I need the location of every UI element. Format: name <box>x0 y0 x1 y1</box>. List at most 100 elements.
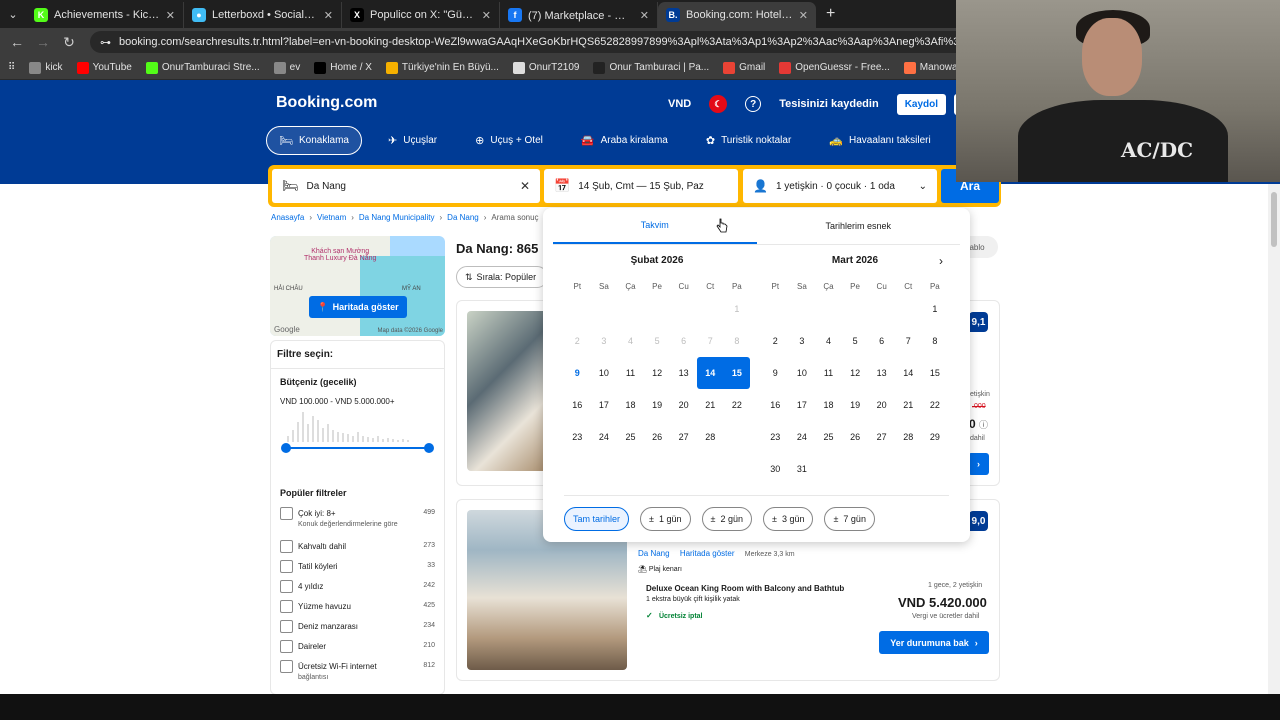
nav-tab[interactable]: ✿ Turistik noktalar <box>694 126 803 155</box>
language-flag-icon[interactable]: ☾ <box>709 95 728 113</box>
browser-tab[interactable]: X Populicc on X: "Gündüz kuşağı ✕ <box>342 2 500 28</box>
browser-tab[interactable]: K Achievements - Kick Dashboard ✕ <box>26 2 184 28</box>
breadcrumb-item[interactable]: Anasayfa <box>271 213 304 222</box>
dates-field[interactable]: 📅 14 Şub, Cmt — 15 Şub, Paz <box>544 169 738 203</box>
close-tab-icon[interactable]: ✕ <box>482 9 491 22</box>
browser-tab[interactable]: f (7) Marketplace - ★ Penthouse ✕ <box>500 2 658 28</box>
calendar-day[interactable]: 30 <box>762 453 789 485</box>
breadcrumb-item[interactable]: Vietnam <box>317 213 346 222</box>
calendar-day[interactable]: 18 <box>617 389 644 421</box>
filter-checkbox[interactable] <box>280 640 293 653</box>
breadcrumb-item[interactable]: Da Nang <box>447 213 479 222</box>
flex-chip[interactable]: Tam tarihler <box>564 507 630 531</box>
tab-flexible[interactable]: Tarihlerim esnek <box>757 208 961 244</box>
filter-checkbox[interactable] <box>280 507 293 520</box>
calendar-day[interactable]: 15 <box>922 357 949 389</box>
flex-chip[interactable]: ±3 gün <box>762 507 814 531</box>
calendar-day[interactable]: 29 <box>922 421 949 453</box>
nav-tab[interactable]: ✈ Uçuşlar <box>376 126 449 155</box>
sort-button[interactable]: ⇅ Sırala: Popüler <box>456 266 548 288</box>
url-input[interactable]: ⊶ booking.com/searchresults.tr.html?labe… <box>90 31 990 53</box>
slider-max-handle[interactable] <box>424 443 434 453</box>
filter-checkbox[interactable] <box>280 620 293 633</box>
calendar-day[interactable]: 4 <box>815 325 842 357</box>
show-on-map-button[interactable]: 📍 Haritada göster <box>309 296 407 318</box>
bookmark-item[interactable]: OpenGuessr - Free... <box>779 61 890 74</box>
calendar-day[interactable]: 18 <box>815 389 842 421</box>
bookmark-item[interactable]: YouTube <box>76 61 132 74</box>
bookmark-item[interactable]: Onur Tamburaci | Pa... <box>593 61 709 74</box>
browser-tab[interactable]: ● Letterboxd • Social film discove ✕ <box>184 2 342 28</box>
calendar-day[interactable]: 16 <box>762 389 789 421</box>
calendar-day[interactable]: 10 <box>591 357 618 389</box>
next-month-icon[interactable]: › <box>939 254 943 268</box>
calendar-day[interactable]: 2 <box>762 325 789 357</box>
calendar-day[interactable]: 26 <box>644 421 671 453</box>
calendar-day[interactable]: 11 <box>815 357 842 389</box>
calendar-day[interactable]: 27 <box>670 421 697 453</box>
bookmark-item[interactable]: Türkiye'nin En Büyü... <box>385 61 499 74</box>
close-tab-icon[interactable]: ✕ <box>799 9 808 22</box>
calendar-day[interactable]: 24 <box>591 421 618 453</box>
calendar-day[interactable]: 7 <box>895 325 922 357</box>
location-link[interactable]: Da Nang <box>638 549 670 558</box>
calendar-day[interactable]: 21 <box>697 389 724 421</box>
nav-tab[interactable]: 🚕 Havaalanı taksileri <box>817 126 942 155</box>
show-map-link[interactable]: Haritada göster <box>680 549 735 558</box>
scrollbar-thumb[interactable] <box>1271 192 1277 247</box>
calendar-day[interactable]: 25 <box>815 421 842 453</box>
calendar-day[interactable]: 14 <box>696 357 724 389</box>
calendar-day[interactable]: 24 <box>789 421 816 453</box>
calendar-day[interactable]: 16 <box>564 389 591 421</box>
calendar-day[interactable]: 8 <box>922 325 949 357</box>
guests-field[interactable]: 👤 1 yetişkin · 0 çocuk · 1 oda ⌄ <box>743 169 937 203</box>
register-button[interactable]: Kaydol <box>896 93 947 115</box>
forward-icon[interactable]: → <box>32 34 54 50</box>
budget-slider[interactable] <box>281 442 434 454</box>
calendar-day[interactable]: 26 <box>842 421 869 453</box>
browser-tab[interactable]: B. Booking.com: Hotels in Da Nang ✕ <box>658 2 816 28</box>
bookmark-item[interactable]: OnurTamburaci Stre... <box>145 61 260 74</box>
flex-chip[interactable]: ±2 gün <box>701 507 752 531</box>
flex-chip[interactable]: ±1 gün <box>640 507 691 531</box>
close-tab-icon[interactable]: ✕ <box>324 9 333 22</box>
calendar-day[interactable]: 1 <box>922 293 949 325</box>
calendar-day[interactable]: 11 <box>617 357 644 389</box>
calendar-day[interactable]: 5 <box>842 325 869 357</box>
availability-button[interactable]: Yer durumuna bak › <box>879 631 989 654</box>
calendar-day[interactable]: 13 <box>868 357 895 389</box>
calendar-day[interactable]: 23 <box>564 421 591 453</box>
calendar-day[interactable]: 10 <box>789 357 816 389</box>
calendar-day[interactable]: 31 <box>789 453 816 485</box>
clear-destination-icon[interactable]: ✕ <box>520 179 530 193</box>
calendar-day[interactable]: 13 <box>670 357 697 389</box>
calendar-day[interactable]: 12 <box>644 357 671 389</box>
bookmark-item[interactable]: kick <box>29 61 63 74</box>
nav-tab[interactable]: 🚘 Araba kiralama <box>569 126 680 155</box>
calendar-day[interactable]: 28 <box>895 421 922 453</box>
calendar-day[interactable]: 12 <box>842 357 869 389</box>
calendar-day[interactable]: 15 <box>723 357 751 389</box>
calendar-day[interactable]: 19 <box>644 389 671 421</box>
slider-min-handle[interactable] <box>281 443 291 453</box>
nav-tab[interactable]: 🛏 Konaklama <box>266 126 362 155</box>
map-preview[interactable]: Khách sạn Mường Thanh Luxury Đà Nẵng HẢI… <box>270 236 445 336</box>
bookmark-item[interactable]: OnurT2109 <box>512 61 579 74</box>
nav-tab[interactable]: ⊕ Uçuş + Otel <box>463 126 555 155</box>
list-property-link[interactable]: Tesisinizi kaydedin <box>779 98 878 110</box>
calendar-day[interactable]: 23 <box>762 421 789 453</box>
close-tab-icon[interactable]: ✕ <box>166 9 175 22</box>
calendar-day[interactable]: 19 <box>842 389 869 421</box>
filter-checkbox[interactable] <box>280 580 293 593</box>
calendar-day[interactable]: 27 <box>868 421 895 453</box>
site-info-icon[interactable]: ⊶ <box>100 36 111 49</box>
calendar-day[interactable]: 17 <box>591 389 618 421</box>
booking-logo[interactable]: Booking.com <box>276 94 377 112</box>
calendar-day[interactable]: 9 <box>564 357 591 389</box>
breadcrumb-item[interactable]: Da Nang Municipality <box>359 213 435 222</box>
apps-icon[interactable]: ⠿ <box>8 62 15 73</box>
calendar-day[interactable]: 9 <box>762 357 789 389</box>
help-icon[interactable]: ? <box>745 96 762 112</box>
close-tab-icon[interactable]: ✕ <box>640 9 649 22</box>
bookmark-item[interactable]: Gmail <box>723 61 765 74</box>
